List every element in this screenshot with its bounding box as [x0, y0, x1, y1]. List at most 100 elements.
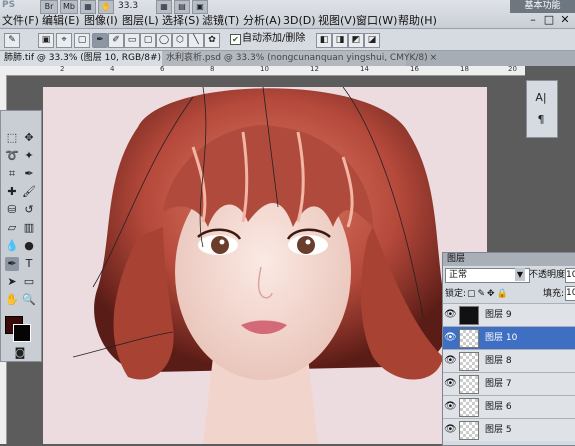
layer-thumbnail [459, 421, 479, 440]
close-icon[interactable]: × [430, 53, 438, 63]
layer-row-selected[interactable]: 👁 图层 10 [443, 326, 575, 349]
intersect-icon[interactable]: ◩ [348, 33, 364, 48]
pen-tool-icon[interactable]: ✒ [5, 257, 19, 271]
menu-analysis[interactable]: 分析(A) [243, 14, 281, 28]
eye-icon[interactable]: 👁 [444, 354, 457, 368]
document-canvas[interactable] [43, 87, 487, 444]
screen-mode-icon[interactable]: ▣ [192, 0, 208, 14]
workspace-switcher[interactable]: 基本功能 [510, 0, 575, 13]
view-extras-icon[interactable]: ▦ [80, 0, 96, 14]
lock-options-icon[interactable]: ▢✎✥🔒 [467, 288, 510, 300]
subtract-icon[interactable]: ◨ [332, 33, 348, 48]
layer-name: 图层 7 [485, 379, 512, 389]
move-tool-icon[interactable]: ✥ [22, 131, 36, 145]
character-icon[interactable]: A| [534, 91, 548, 105]
shape-tool-icon[interactable]: ▭ [22, 275, 36, 289]
auto-add-delete-checkbox[interactable]: ✔ [230, 34, 241, 45]
clone-stamp-icon[interactable]: ⛁ [5, 203, 19, 217]
menu-help[interactable]: 帮助(H) [398, 14, 437, 28]
polygon-icon[interactable]: ⬡ [172, 33, 188, 48]
eye-icon[interactable]: 👁 [444, 400, 457, 414]
menu-image[interactable]: 图像(I) [84, 14, 118, 28]
close-button[interactable]: ✕ [558, 14, 572, 26]
eye-icon[interactable]: 👁 [444, 377, 457, 391]
menu-edit[interactable]: 编辑(E) [42, 14, 80, 28]
eye-icon[interactable]: 👁 [444, 423, 457, 437]
layer-thumbnail [459, 375, 479, 394]
layer-row[interactable]: 👁 图层 7 [443, 372, 575, 395]
horizontal-ruler: 2 4 6 8 10 12 14 16 18 20 [0, 65, 525, 76]
fill-input[interactable]: 10 [565, 286, 575, 301]
marquee-tool-icon[interactable]: ⬚ [5, 131, 19, 145]
lasso-tool-icon[interactable]: ➰ [5, 149, 19, 163]
pen-tool-preset-icon[interactable]: ✎ [4, 33, 20, 48]
bridge-icon[interactable]: Br [40, 0, 58, 14]
blur-tool-icon[interactable]: 💧 [5, 239, 19, 253]
custom-shape-icon[interactable]: ✿ [204, 33, 220, 48]
maximize-button[interactable]: □ [542, 14, 556, 26]
paths-icon[interactable]: ⌖ [56, 33, 72, 48]
menu-bar: PS Br Mb ▦ ✋ 33.3 ▦ ▤ ▣ 基本功能 文件(F) 编辑(E)… [0, 0, 575, 29]
tab-label: 肺肺.tif @ 33.3% (图层 10, RGB/8#) * [4, 53, 169, 63]
line-icon[interactable]: ╲ [188, 33, 204, 48]
arrange-icon[interactable]: ▤ [174, 0, 190, 14]
ruler-label: 4 [110, 65, 115, 73]
menu-layer[interactable]: 图层(L) [122, 14, 159, 28]
combine-icon[interactable]: ◧ [316, 33, 332, 48]
eye-icon[interactable]: 👁 [444, 308, 457, 322]
menu-view[interactable]: 视图(V) [318, 14, 356, 28]
layer-thumbnail [459, 306, 479, 325]
tab-document-active[interactable]: 肺肺.tif @ 33.3% (图层 10, RGB/8#) *× [0, 51, 178, 66]
layer-row[interactable]: 👁 图层 8 [443, 349, 575, 372]
history-brush-icon[interactable]: ↺ [22, 203, 36, 217]
rectangle-icon[interactable]: ▭ [124, 33, 140, 48]
layer-name: 图层 10 [485, 333, 518, 343]
layers-panel: 图层 正常 ▼ 不透明度: 10 锁定: ▢✎✥🔒 填充: 10 👁 图层 9 … [442, 252, 575, 446]
portrait-painting [43, 87, 487, 444]
zoom-level[interactable]: 33.3 [118, 0, 152, 12]
mini-bridge-icon[interactable]: Mb [60, 0, 78, 14]
eraser-icon[interactable]: ▱ [5, 221, 19, 235]
tab-document-inactive[interactable]: 水利哀析.psd @ 33.3% (nongcunanquan yingshui… [162, 51, 437, 66]
menu-file[interactable]: 文件(F) [2, 14, 39, 28]
paragraph-icon[interactable]: ¶ [534, 113, 548, 127]
healing-brush-icon[interactable]: ✚ [5, 185, 19, 199]
menu-select[interactable]: 选择(S) [162, 14, 200, 28]
ruler-label: 18 [460, 65, 469, 73]
type-tool-icon[interactable]: T [22, 257, 36, 271]
menu-3d[interactable]: 3D(D) [283, 14, 316, 28]
fill-pixels-icon[interactable]: ▢ [74, 33, 90, 48]
background-color-swatch[interactable] [13, 324, 31, 342]
brush-tool-icon[interactable]: 🖌 [22, 185, 36, 199]
chevron-down-icon[interactable]: ▼ [515, 268, 525, 281]
eyedropper-icon[interactable]: ✒ [22, 167, 36, 181]
layer-row[interactable]: 👁 图层 9 [443, 303, 575, 326]
hand-tool-icon[interactable]: ✋ [98, 0, 114, 14]
ruler-label: 16 [410, 65, 419, 73]
eye-icon[interactable]: 👁 [444, 331, 457, 345]
layer-row[interactable]: 👁 图层 5 [443, 418, 575, 441]
layer-row[interactable]: 👁 图层 6 [443, 395, 575, 418]
magic-wand-icon[interactable]: ✦ [22, 149, 36, 163]
path-select-icon[interactable]: ➤ [5, 275, 19, 289]
menu-filter[interactable]: 滤镜(T) [202, 14, 239, 28]
photoshop-logo: PS [2, 0, 16, 10]
zoom-tool-icon[interactable]: 🔍 [22, 293, 36, 307]
shape-layers-icon[interactable]: ▣ [38, 33, 54, 48]
rounded-rect-icon[interactable]: ▢ [140, 33, 156, 48]
layer-thumbnail [459, 329, 479, 348]
menu-window[interactable]: 窗口(W) [356, 14, 397, 28]
crop-tool-icon[interactable]: ⌗ [5, 167, 19, 181]
pen-icon[interactable]: ✒ [92, 33, 108, 48]
quick-mask-icon[interactable]: ◙ [13, 346, 27, 360]
exclude-icon[interactable]: ◪ [364, 33, 380, 48]
dodge-tool-icon[interactable]: ● [22, 239, 36, 253]
hand-tool-icon[interactable]: ✋ [5, 293, 19, 307]
freeform-pen-icon[interactable]: ✐ [108, 33, 124, 48]
layers-panel-title: 图层 [443, 253, 575, 266]
gradient-icon[interactable]: ▥ [22, 221, 36, 235]
grid-icon[interactable]: ▦ [156, 0, 172, 14]
minimize-button[interactable]: – [526, 14, 540, 26]
opacity-input[interactable]: 10 [565, 268, 575, 283]
ellipse-icon[interactable]: ◯ [156, 33, 172, 48]
